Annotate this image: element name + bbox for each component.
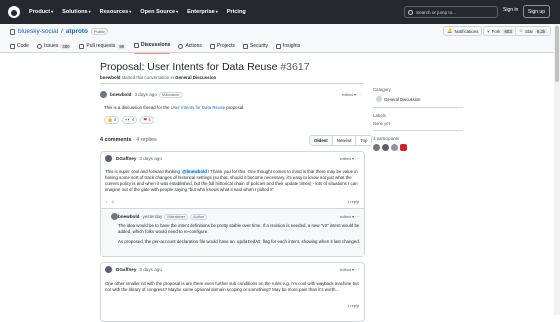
reply-body: The idea would be to have the intent def… — [118, 223, 360, 234]
pull-request-icon — [79, 43, 85, 49]
tab-divider — [0, 52, 560, 53]
user-mention[interactable]: @bnewbold — [181, 169, 208, 174]
notifications-button[interactable]: 🔔 Notifications — [443, 26, 483, 36]
reply-body: As proposed, the per-account declaration… — [118, 239, 360, 245]
maintainer-badge: Maintainer — [164, 214, 189, 220]
participant-avatar[interactable] — [391, 144, 398, 151]
sort-toggle: Oldest Newest Top — [309, 135, 373, 146]
category-icon — [376, 96, 382, 102]
author-link[interactable]: DGaffney — [116, 267, 136, 272]
avatar[interactable] — [100, 91, 107, 98]
reply-count: 1 reply — [347, 303, 360, 308]
comment-discussion-icon — [133, 42, 139, 48]
reply-count: 1 reply — [347, 199, 360, 204]
discussion-byline: bnewbold started this conversation in Ge… — [100, 75, 217, 80]
edited-dropdown[interactable]: edited ▾ ··· — [340, 267, 359, 272]
inline-code: updatedAt — [235, 240, 262, 245]
star-count: 8.2k — [535, 28, 548, 34]
eyes-reaction[interactable]: 👀 4 — [122, 116, 138, 124]
chevron-down-icon: ▾ — [129, 9, 132, 14]
thumbs-up-reaction[interactable]: 👍 4 — [104, 116, 120, 124]
sort-newest-button[interactable]: Newest — [333, 136, 357, 145]
sign-up-button[interactable]: Sign up — [523, 5, 550, 18]
shield-icon — [242, 43, 248, 49]
chevron-down-icon: ▾ — [176, 9, 179, 14]
comment-header: DGaffney 3 days ago — [116, 267, 162, 272]
star-icon: ☆ — [519, 28, 523, 33]
repo-name-link[interactable]: atproto — [66, 28, 88, 35]
category-link[interactable]: General Discussion — [376, 96, 420, 102]
comments-count: 4 comments · 4 replies — [100, 137, 157, 143]
post-body: This is a discussion thread for the User… — [104, 105, 245, 110]
reactions: 👍 4 👀 4 ❤ 4 — [104, 116, 154, 124]
author-link[interactable]: DGaffney — [116, 156, 136, 161]
divider — [100, 83, 364, 84]
sidebar-divider — [373, 130, 463, 131]
repo-owner-link[interactable]: bluesky-social — [18, 28, 58, 35]
nav-open-source[interactable]: Open Source▾ — [140, 9, 178, 15]
discussion-title: Proposal: User Intents for Data Reuse #3… — [100, 61, 310, 73]
nav-pricing[interactable]: Pricing — [227, 9, 246, 15]
participant-avatar[interactable] — [400, 144, 407, 151]
comment-header: DGaffney 3 days ago — [116, 156, 162, 161]
labels-label: Labels — [373, 113, 386, 118]
sort-top-button[interactable]: Top — [356, 136, 371, 145]
category-label: Category — [373, 87, 391, 92]
participants-label: 4 participants — [373, 136, 400, 141]
chevron-down-icon: ▾ — [51, 9, 54, 14]
scrollbar-thumb[interactable] — [555, 26, 559, 82]
byline-category-link[interactable]: General Discussion — [175, 75, 216, 80]
comment-body: This is super cool and forward thinking … — [105, 169, 358, 192]
author-link[interactable]: bnewbold — [110, 92, 131, 97]
smiley-icon[interactable]: ☺ — [111, 199, 115, 204]
labels-value: None yet — [373, 121, 390, 126]
play-icon — [178, 43, 184, 49]
table-icon — [209, 43, 215, 49]
author-badge: Author — [190, 214, 208, 220]
nav-resources[interactable]: Resources▾ — [100, 9, 132, 15]
issue-icon — [36, 43, 42, 49]
visibility-badge: Public — [90, 28, 108, 35]
chevron-down-icon: ▾ — [215, 9, 218, 14]
participant-avatar[interactable] — [382, 144, 389, 151]
avatar[interactable] — [111, 213, 118, 220]
sign-in-link[interactable]: Sign in — [503, 7, 518, 13]
sort-oldest-button[interactable]: Oldest — [310, 136, 333, 145]
search-icon — [408, 9, 413, 15]
nav-product[interactable]: Product▾ — [29, 9, 53, 15]
author-link[interactable]: bnewbold — [118, 214, 139, 219]
upvote-icon[interactable]: ↑ — [105, 199, 107, 204]
edited-dropdown[interactable]: edited ▾ ··· — [340, 156, 359, 161]
participant-avatar[interactable] — [373, 144, 380, 151]
github-logo-icon[interactable] — [8, 6, 20, 18]
comment-body: One other smaller nit with the proposal … — [105, 281, 359, 292]
maintainer-badge: Maintainer — [158, 92, 183, 98]
chevron-down-icon: ▾ — [88, 9, 91, 14]
heart-reaction[interactable]: ❤ 4 — [140, 116, 154, 124]
sidebar-divider — [373, 107, 463, 108]
fork-count: 603 — [502, 28, 514, 34]
code-icon — [10, 43, 15, 49]
byline-user-link[interactable]: bnewbold — [100, 75, 121, 80]
avatar[interactable] — [105, 266, 112, 273]
repo-icon — [10, 28, 15, 35]
search-placeholder: Search or jump to... — [416, 9, 457, 15]
repo-separator: / — [61, 28, 63, 35]
nav-enterprise[interactable]: Enterprise▾ — [187, 9, 218, 15]
edited-dropdown[interactable]: edited ▾ ··· — [340, 214, 359, 219]
repo-title: bluesky-social / atproto Public — [10, 28, 108, 35]
reply-header: bnewbold yesterday Maintainer Author — [118, 214, 208, 220]
edited-dropdown[interactable]: edited ▾ ··· — [342, 92, 361, 97]
fork-icon: ⑂ — [487, 28, 490, 34]
proposal-link[interactable]: User Intents for Data Reuse — [171, 105, 225, 110]
search-input[interactable]: Search or jump to... — [404, 6, 498, 18]
post-header: bnewbold 3 days ago Maintainer — [110, 92, 183, 98]
star-button[interactable]: ☆ Star 8.2k — [515, 26, 552, 36]
graph-icon — [275, 43, 281, 49]
nav-solutions[interactable]: Solutions▾ — [62, 9, 91, 15]
avatar[interactable] — [105, 155, 112, 162]
bell-icon: 🔔 — [447, 28, 453, 33]
fork-button[interactable]: ⑂ Fork 603 — [483, 26, 518, 36]
